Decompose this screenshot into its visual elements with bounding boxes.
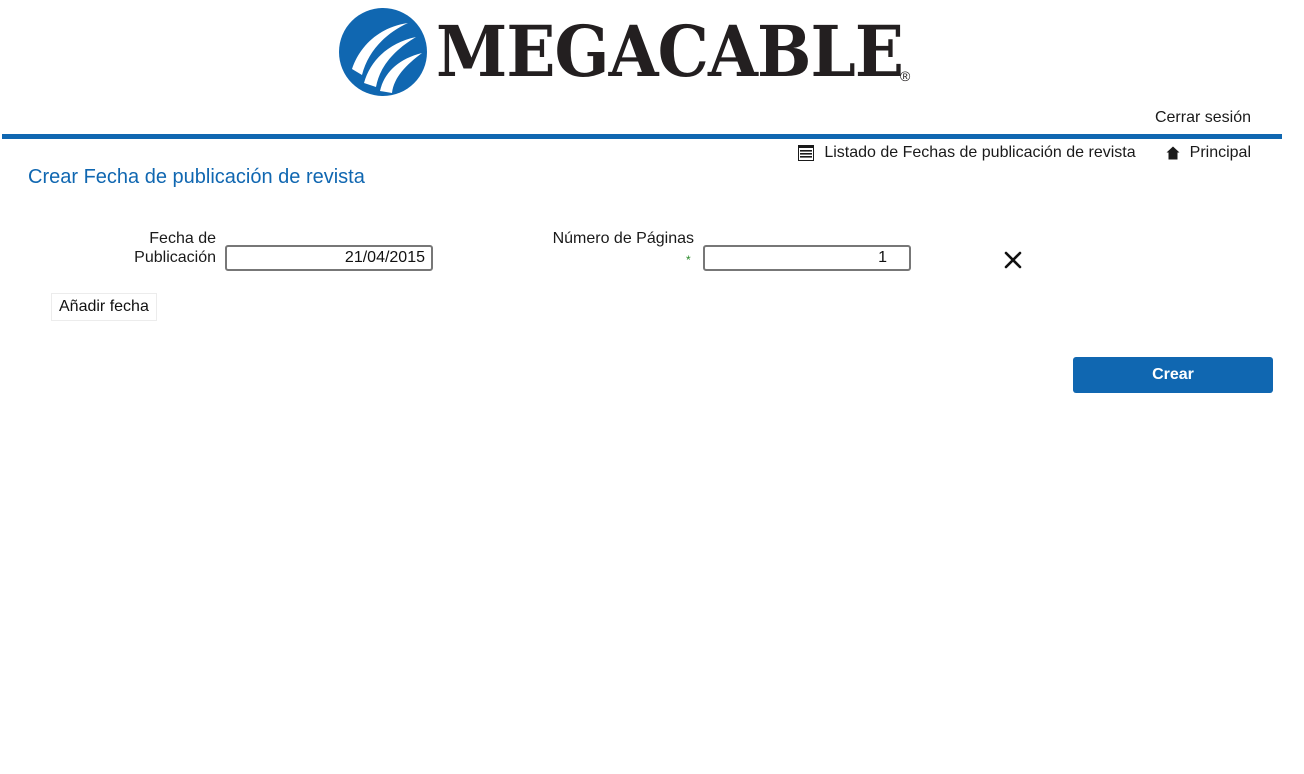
subnav-item-principal[interactable]: Principal <box>1166 144 1251 162</box>
create-button[interactable]: Crear <box>1073 357 1273 393</box>
add-date-button[interactable]: Añadir fecha <box>51 293 157 321</box>
numero-paginas-label: Número de Páginas <box>552 230 694 247</box>
brand-logo: MEGACABLE <box>338 6 944 98</box>
home-icon <box>1166 146 1180 160</box>
subnav: Listado de Fechas de publicación de revi… <box>798 144 1251 162</box>
subnav-item-listado[interactable]: Listado de Fechas de publicación de revi… <box>798 144 1136 162</box>
numero-paginas-input[interactable] <box>703 245 911 271</box>
page-title: Crear Fecha de publicación de revista <box>28 166 365 188</box>
subnav-label-principal: Principal <box>1189 144 1251 161</box>
logout-link[interactable]: Cerrar sesión <box>1155 109 1251 127</box>
header-divider <box>2 134 1282 139</box>
close-icon[interactable] <box>1003 250 1023 270</box>
page: MEGACABLE ® Cerrar sesión Listado de Fec… <box>0 0 1304 774</box>
required-mark: * <box>686 253 691 267</box>
list-icon <box>798 145 815 161</box>
brand-name: MEGACABLE <box>436 10 904 93</box>
megacable-swoosh-icon <box>339 8 427 96</box>
fecha-publicacion-input[interactable] <box>225 245 433 271</box>
registered-mark: ® <box>900 68 911 84</box>
subnav-label-listado: Listado de Fechas de publicación de revi… <box>824 144 1136 161</box>
fecha-publicacion-label: Fecha de Publicación <box>134 230 216 266</box>
